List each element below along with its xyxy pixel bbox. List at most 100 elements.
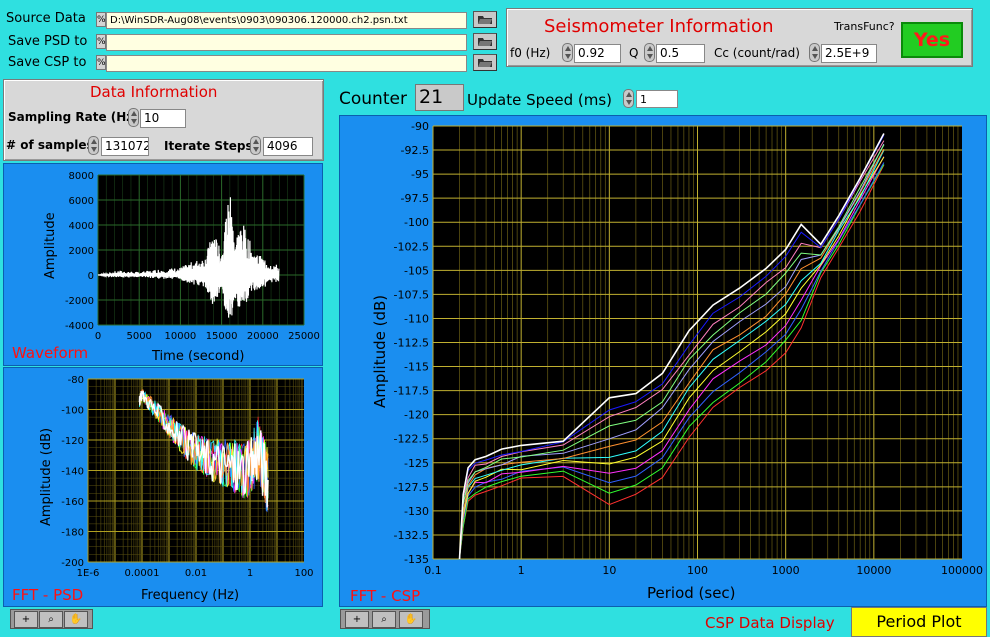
source-data-field[interactable]: D:\WinSDR-Aug08\events\0903\090306.12000…	[106, 12, 467, 29]
folder-icon	[478, 59, 492, 67]
waveform-xtick-label: 10000	[164, 331, 196, 342]
save-csp-field[interactable]	[106, 55, 467, 72]
csp-ytick-label: -127.5	[394, 481, 429, 494]
waveform-chart: 0 5000 10000 15000 20000 25000800060004000200…	[43, 171, 320, 364]
samples-label: # of samples	[6, 138, 94, 152]
q-input[interactable]: 0.5	[656, 44, 705, 63]
cc-label: Cc (count/rad)	[714, 46, 800, 60]
psd-xtick-label: 1E-6	[77, 568, 100, 579]
waveform-caption: Waveform	[12, 344, 89, 362]
zoom-tool-button[interactable]: ⌕	[39, 611, 63, 628]
psd-path-indicator[interactable]: %	[96, 34, 106, 49]
f0-input[interactable]: 0.92	[574, 44, 621, 63]
iterate-steps-input[interactable]: 4096	[263, 137, 313, 156]
psd-caption: FFT - PSD	[12, 586, 84, 604]
psd-ytick-label: -180	[61, 528, 84, 539]
psd-xlabel: Frequency (Hz)	[141, 588, 239, 603]
psd-browse-button[interactable]	[473, 33, 497, 50]
waveform-ytick-label: 8000	[69, 171, 94, 182]
psd-xtick-label: 0.0001	[125, 568, 160, 579]
csp-ylabel: Amplitude (dB)	[371, 295, 389, 408]
source-browse-button[interactable]	[473, 11, 497, 28]
csp-ytick-label: -95	[411, 168, 429, 181]
save-psd-field[interactable]	[106, 34, 467, 51]
waveform-xtick-label: 20000	[247, 331, 279, 342]
sampling-rate-stepper[interactable]	[128, 108, 139, 127]
pan-tool-button[interactable]: ✋	[64, 611, 88, 628]
period-plot-button[interactable]: Period Plot	[851, 607, 987, 637]
csp-ytick-label: -117.5	[394, 385, 429, 398]
psd-ylabel: Amplitude (dB)	[39, 428, 54, 526]
counter-value: 21	[415, 84, 464, 111]
waveform-ytick-label: 0	[88, 271, 94, 282]
update-speed-label: Update Speed (ms)	[467, 91, 613, 109]
q-label: Q	[629, 46, 639, 60]
seismometer-panel: Seismometer Information TransFunc? Yes f…	[506, 8, 973, 67]
waveform-ytick-label: 4000	[69, 221, 94, 232]
samples-input[interactable]: 131072	[101, 137, 149, 156]
csp-panel: -90 -92.5 -95 -97.5 -100 -102.5 -105 -107.5 -110…	[339, 115, 987, 607]
csp-ytick-label: -122.5	[394, 433, 429, 446]
seismometer-title: Seismometer Information	[544, 16, 774, 37]
iterate-steps-label: Iterate Steps	[164, 139, 253, 153]
csp-toolstrip: + ⌕ ✋	[340, 609, 430, 629]
csp-ytick-label: -90	[411, 120, 429, 133]
csp-ytick-label: -112.5	[394, 337, 429, 350]
psd-xtick-label: 0.01	[185, 568, 207, 579]
transfunc-toggle[interactable]: Yes	[901, 22, 963, 58]
sampling-rate-label: Sampling Rate (Hz)	[8, 110, 139, 124]
csp-xtick-label: 100000	[941, 564, 983, 577]
csp-xtick-label: 100	[687, 564, 708, 577]
source-data-label: Source Data	[6, 11, 86, 26]
psd-ytick-label: -80	[68, 375, 84, 386]
save-psd-label: Save PSD to	[8, 34, 88, 49]
cc-stepper[interactable]	[809, 43, 820, 62]
csp-ytick-label: -92.5	[401, 144, 429, 157]
data-info-panel: Data Information Sampling Rate (Hz) 10 #…	[3, 79, 324, 161]
csp-path-indicator[interactable]: %	[96, 55, 106, 70]
csp-xtick-label: 10	[602, 564, 616, 577]
csp-browse-button[interactable]	[473, 54, 497, 71]
csp-ytick-label: -105	[404, 264, 429, 277]
csp-ytick-label: -125	[404, 457, 429, 470]
q-stepper[interactable]	[644, 43, 655, 62]
f0-label: f0 (Hz)	[510, 46, 551, 60]
cursor-tool-button[interactable]: +	[14, 611, 38, 628]
csp-ytick-label: -132.5	[394, 529, 429, 542]
csp-xtick-label: 10000	[856, 564, 891, 577]
folder-icon	[478, 16, 492, 24]
cc-input[interactable]: 2.5E+9	[821, 44, 877, 63]
transfunc-label: TransFunc?	[834, 20, 895, 33]
iterate-steps-stepper[interactable]	[250, 136, 261, 155]
samples-stepper[interactable]	[88, 136, 99, 155]
waveform-ytick-label: 6000	[69, 196, 94, 207]
csp-ytick-label: -100	[404, 216, 429, 229]
csp-ytick-label: -115	[404, 361, 429, 374]
psd-xtick-label: 100	[294, 568, 313, 579]
update-speed-input[interactable]: 1	[636, 90, 678, 108]
waveform-xtick-label: 0	[95, 331, 101, 342]
folder-icon	[478, 38, 492, 46]
csp-display-label: CSP Data Display	[705, 614, 835, 632]
waveform-xtick-label: 5000	[126, 331, 151, 342]
psd-ytick-label: -140	[61, 467, 84, 478]
waveform-xtick-label: 25000	[288, 331, 320, 342]
csp-caption: FFT - CSP	[350, 587, 421, 605]
csp-ytick-label: -107.5	[394, 288, 429, 301]
f0-stepper[interactable]	[562, 43, 573, 62]
csp-cursor-tool-button[interactable]: +	[345, 611, 369, 628]
psd-ytick-label: -120	[61, 436, 84, 447]
csp-ytick-label: -97.5	[401, 192, 429, 205]
psd-xtick-label: 1	[247, 568, 253, 579]
sampling-rate-input[interactable]: 10	[140, 109, 186, 128]
waveform-ytick-label: 2000	[69, 246, 94, 257]
waveform-ylabel: Amplitude	[43, 212, 58, 279]
csp-ytick-label: -120	[404, 409, 429, 422]
csp-zoom-tool-button[interactable]: ⌕	[372, 611, 396, 628]
update-speed-stepper[interactable]	[623, 89, 634, 108]
psd-chart: 1E-6 0.0001 0.01 1 100 -80 -100 -120 -140 -160 -18…	[39, 375, 314, 603]
csp-pan-tool-button[interactable]: ✋	[399, 611, 423, 628]
source-path-indicator[interactable]: %	[96, 12, 106, 27]
waveform-panel: 0 5000 10000 15000 20000 25000 8000 6000 4000 200…	[3, 163, 323, 366]
psd-ytick-label: -160	[61, 497, 84, 508]
